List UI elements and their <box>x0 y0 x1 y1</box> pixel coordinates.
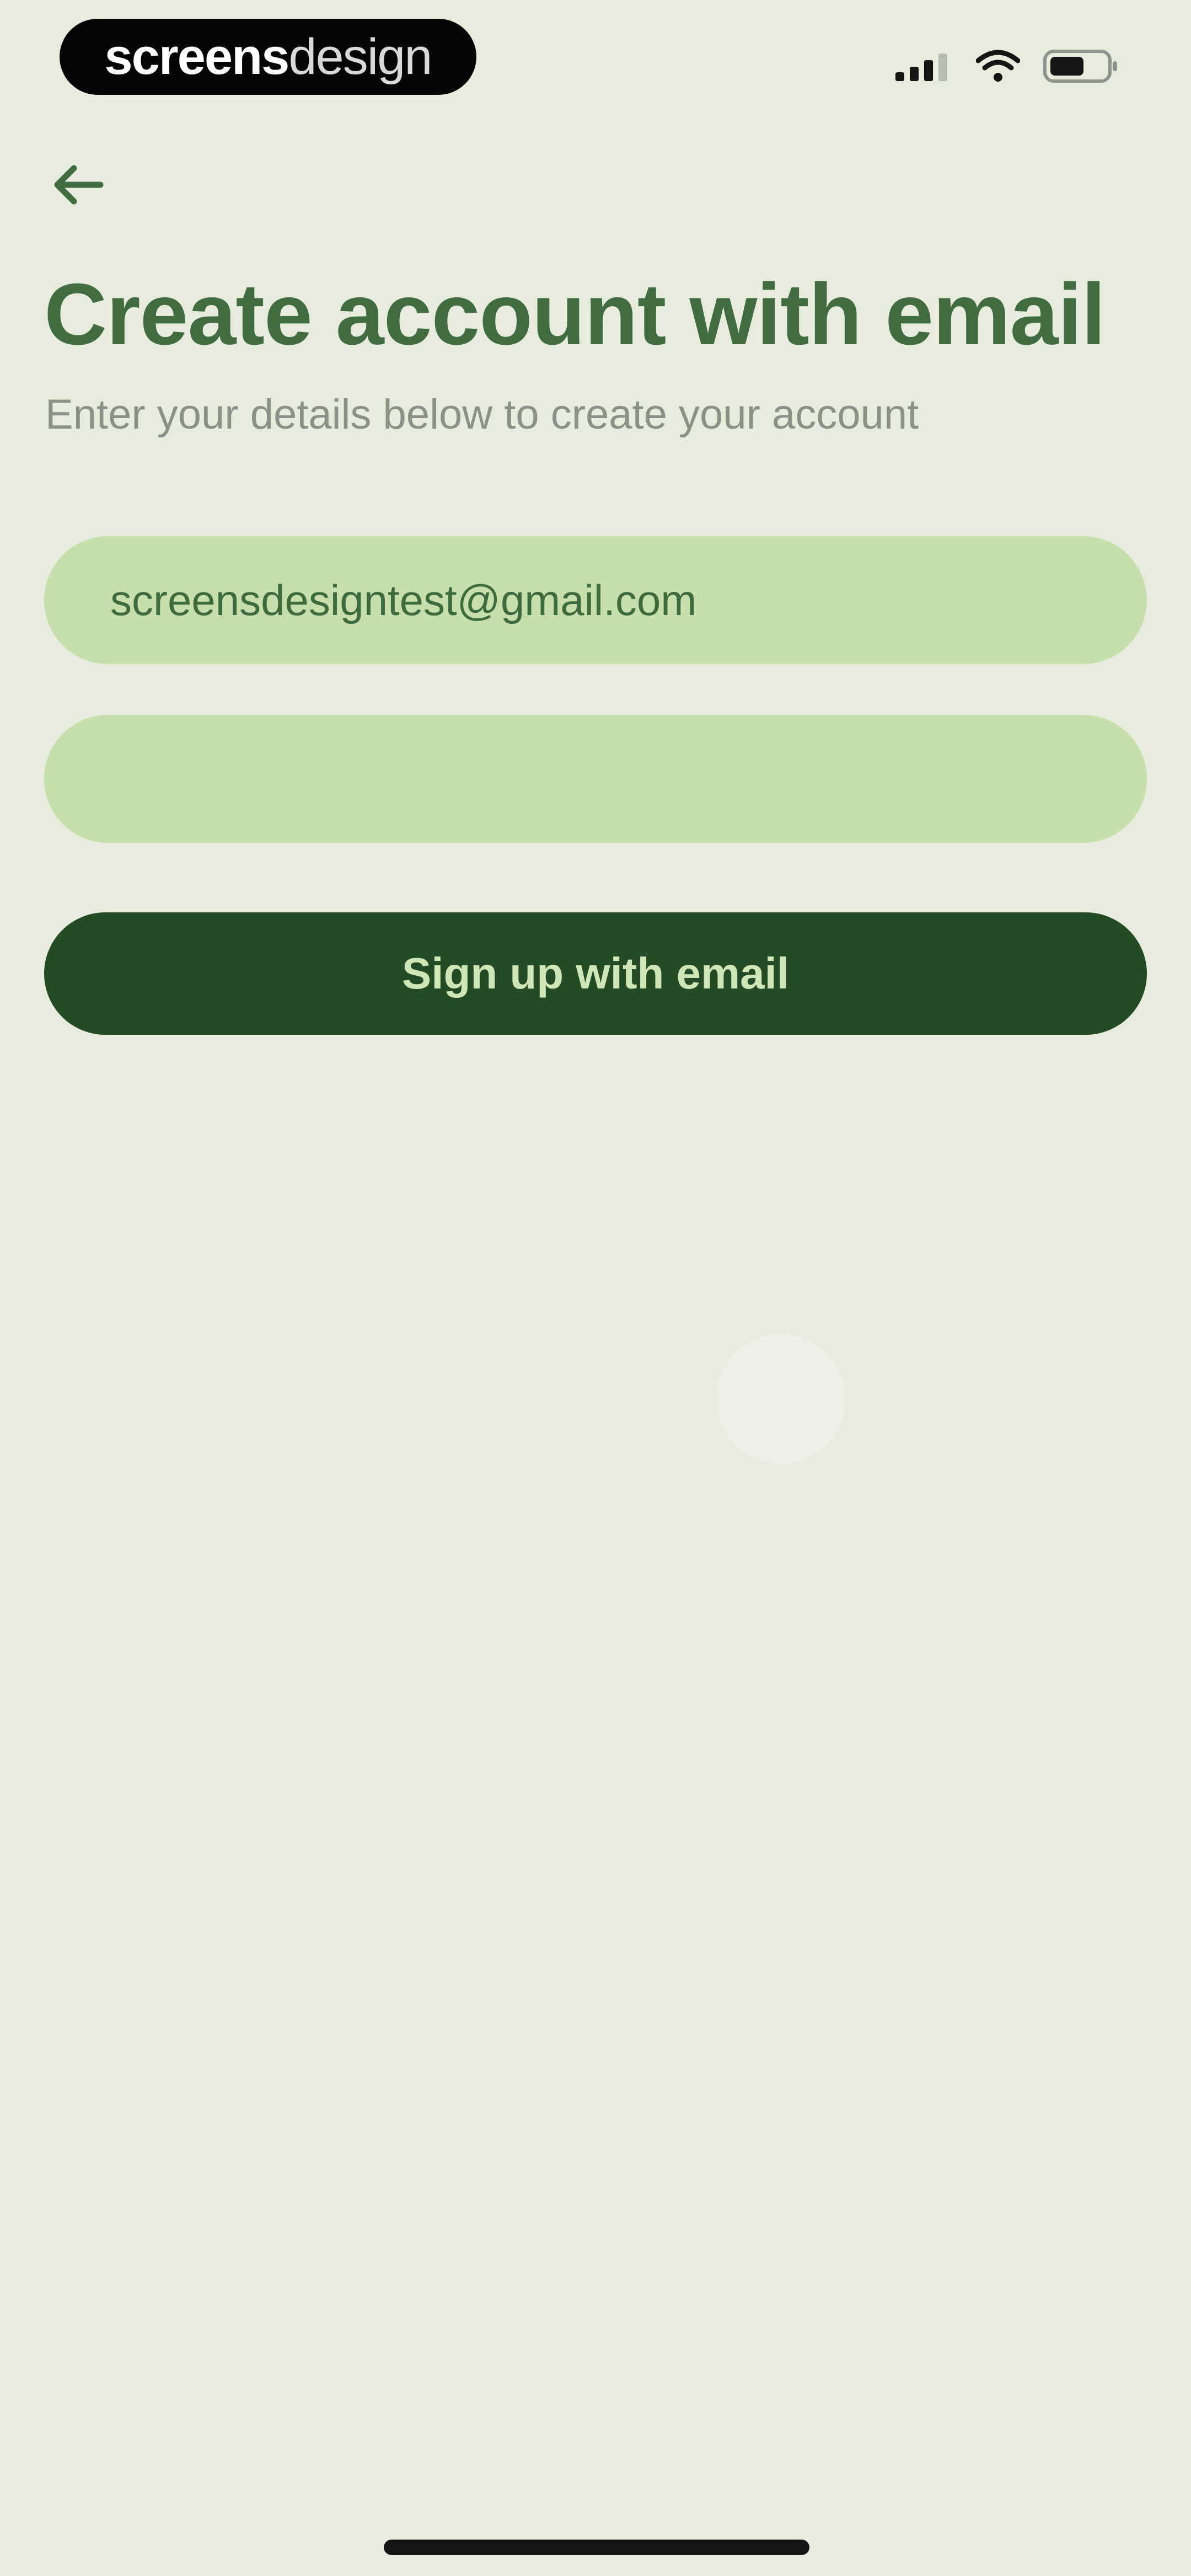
email-field[interactable] <box>44 536 1147 664</box>
brand-name-light: design <box>288 29 432 85</box>
brand-name-strong: screens <box>104 29 290 85</box>
status-icons <box>895 44 1119 88</box>
home-indicator <box>384 2540 809 2555</box>
signal-icon <box>895 54 947 81</box>
page-subtitle: Enter your details below to create your … <box>45 391 919 438</box>
background-decoration <box>716 1334 846 1464</box>
status-bar: screensdesign <box>0 0 1191 121</box>
wifi-icon <box>976 50 1020 82</box>
page-title: Create account with email <box>44 266 1106 363</box>
back-button[interactable] <box>51 154 122 215</box>
brand-badge: screensdesign <box>60 19 476 95</box>
sign-up-with-email-button[interactable]: Sign up with email <box>44 912 1147 1035</box>
password-field[interactable] <box>44 715 1147 843</box>
arrow-left-icon <box>54 165 104 205</box>
brand-name: screensdesign <box>104 29 433 85</box>
battery-icon <box>1043 50 1117 83</box>
